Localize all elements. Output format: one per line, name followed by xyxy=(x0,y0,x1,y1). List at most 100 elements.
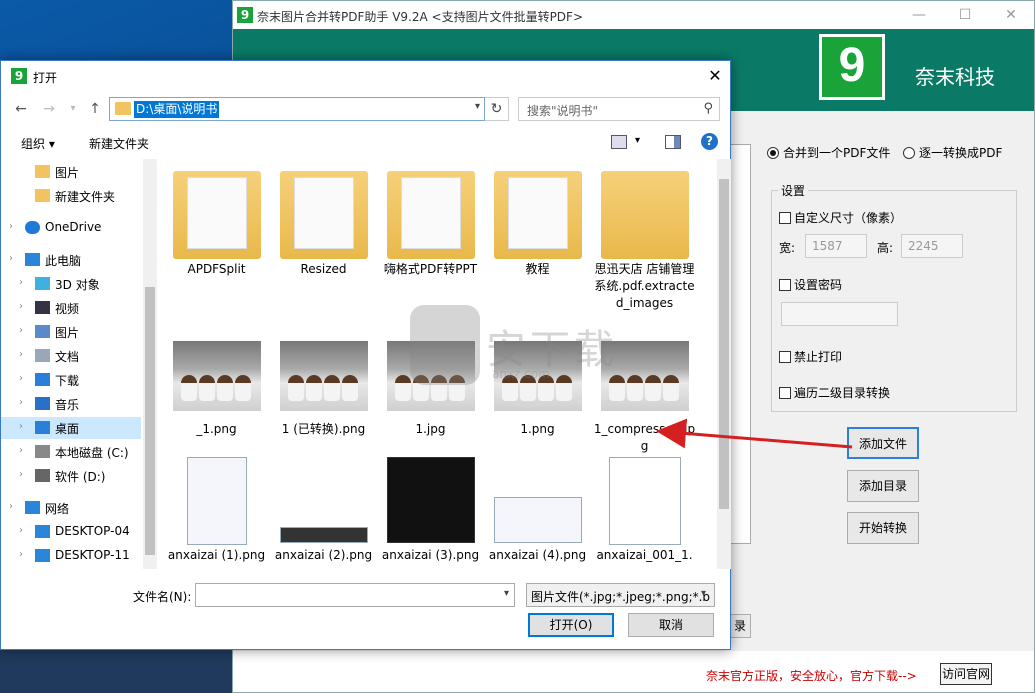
nav-item-label: 视频 xyxy=(55,302,80,316)
file-label: anxaizai (4).png xyxy=(488,548,587,562)
no-print-checkbox[interactable]: 禁止打印 xyxy=(779,348,842,365)
open-button[interactable]: 打开(O) xyxy=(528,613,614,637)
nav-scrollbar[interactable] xyxy=(143,159,157,569)
organize-menu[interactable]: 组织 ▾ xyxy=(21,135,55,152)
image-thumbnail xyxy=(280,341,368,411)
add-dir-button[interactable]: 添加目录 xyxy=(847,470,919,502)
dialog-titlebar: 9 打开 ✕ xyxy=(1,61,730,91)
chevron-right-icon[interactable]: › xyxy=(19,301,23,312)
width-field[interactable]: 1587 xyxy=(805,234,867,258)
back-arrow-icon[interactable]: ← xyxy=(13,100,29,118)
chevron-right-icon[interactable]: › xyxy=(9,501,13,512)
app-logo: 9 xyxy=(819,34,885,100)
chevron-down-icon[interactable]: ▾ xyxy=(504,588,509,599)
search-input[interactable]: 搜索"说明书" ⚲ xyxy=(518,97,720,121)
nav-item-label: DESKTOP-04 xyxy=(55,524,130,538)
chevron-right-icon[interactable]: › xyxy=(19,525,23,536)
close-icon[interactable]: ✕ xyxy=(700,61,730,91)
puppy-shape xyxy=(199,375,215,401)
chevron-right-icon[interactable]: › xyxy=(19,445,23,456)
nav-item-4[interactable]: › 3D 对象 xyxy=(1,273,141,295)
pc-icon xyxy=(35,549,50,562)
nav-item-label: 网络 xyxy=(45,502,70,516)
nav-item-13[interactable]: › 网络 xyxy=(1,497,141,519)
nav-item-14[interactable]: › DESKTOP-04 xyxy=(1,521,141,543)
view-mode-icon[interactable] xyxy=(611,135,627,149)
nav-item-8[interactable]: › 下载 xyxy=(1,369,141,391)
up-arrow-icon[interactable]: ↑ xyxy=(87,100,103,118)
chevron-down-icon[interactable]: ▾ xyxy=(701,588,706,599)
nav-item-3[interactable]: › 此电脑 xyxy=(1,249,141,271)
chevron-right-icon[interactable]: › xyxy=(19,549,23,560)
folder-icon xyxy=(601,171,689,259)
chevron-down-icon[interactable]: ▾ xyxy=(635,135,640,146)
file-view-scrollbar[interactable] xyxy=(717,159,731,569)
mode-each-radio[interactable]: 逐一转换成PDF xyxy=(903,144,1002,161)
nav-item-2[interactable]: › OneDrive xyxy=(1,217,141,239)
nav-item-12[interactable]: › 软件 (D:) xyxy=(1,465,141,487)
refresh-icon[interactable]: ↻ xyxy=(485,97,509,121)
nav-item-label: 图片 xyxy=(55,166,80,180)
partial-button-label: 录 xyxy=(734,619,747,633)
nav-item-6[interactable]: › 图片 xyxy=(1,321,141,343)
video-icon xyxy=(35,301,50,314)
chevron-right-icon[interactable]: › xyxy=(19,421,23,432)
nav-scrollbar-thumb[interactable] xyxy=(145,287,155,555)
chevron-right-icon[interactable]: › xyxy=(9,221,13,232)
set-password-checkbox[interactable]: 设置密码 xyxy=(779,276,842,293)
file-label: anxaizai (1).png xyxy=(167,548,266,562)
file-label: 嗨格式PDF转PPT xyxy=(383,262,478,276)
maximize-icon[interactable]: ☐ xyxy=(942,1,988,29)
start-convert-button[interactable]: 开始转换 xyxy=(847,512,919,544)
pc-icon xyxy=(25,253,40,266)
nav-item-15[interactable]: › DESKTOP-11 xyxy=(1,545,141,567)
filetype-select[interactable]: 图片文件(*.jpg;*.jpeg;*.png;*.b xyxy=(526,583,715,607)
help-icon[interactable]: ? xyxy=(701,133,718,150)
chevron-down-icon[interactable]: ▾ xyxy=(475,101,480,112)
traverse-subdir-checkbox[interactable]: 遍历二级目录转换 xyxy=(779,384,890,401)
mode-merge-radio[interactable]: 合并到一个PDF文件 xyxy=(767,144,890,161)
add-file-button[interactable]: 添加文件 xyxy=(847,427,919,459)
chevron-right-icon[interactable]: › xyxy=(19,373,23,384)
picture-icon xyxy=(35,325,50,338)
nav-item-0[interactable]: 图片 xyxy=(1,161,141,183)
chevron-right-icon[interactable]: › xyxy=(19,349,23,360)
nav-item-11[interactable]: › 本地磁盘 (C:) xyxy=(1,441,141,463)
image-thumbnail xyxy=(387,457,475,543)
radio-selected-icon xyxy=(767,146,779,159)
nav-item-5[interactable]: › 视频 xyxy=(1,297,141,319)
address-bar[interactable]: D:\桌面\说明书 ▾ xyxy=(109,97,485,121)
file-label: _1.png xyxy=(196,422,237,436)
new-folder-button[interactable]: 新建文件夹 xyxy=(89,135,149,152)
puppy-shape xyxy=(181,375,197,401)
nav-item-10[interactable]: › 桌面 xyxy=(1,417,141,439)
nav-item-7[interactable]: › 文档 xyxy=(1,345,141,367)
nav-item-1[interactable]: 新建文件夹 xyxy=(1,185,141,207)
recent-dropdown-icon[interactable]: ▾ xyxy=(65,100,81,118)
preview-pane-icon[interactable] xyxy=(665,135,681,149)
file-view-scrollbar-thumb[interactable] xyxy=(719,179,729,509)
image-thumbnail xyxy=(494,497,582,543)
password-field[interactable] xyxy=(781,302,898,326)
visit-site-button[interactable]: 访问官网 xyxy=(940,663,992,685)
chevron-right-icon[interactable]: › xyxy=(9,253,13,264)
app-titlebar: 9 奈末图片合并转PDF助手 V9.2A <支持图片文件批量转PDF> — ☐ … xyxy=(233,1,1034,29)
custom-size-checkbox[interactable]: 自定义尺寸（像素） xyxy=(779,209,902,226)
forward-arrow-icon[interactable]: → xyxy=(41,100,57,118)
close-icon[interactable]: ✕ xyxy=(988,1,1034,29)
download-icon xyxy=(35,373,50,386)
height-field[interactable]: 2245 xyxy=(901,234,963,258)
pc-icon xyxy=(35,525,50,538)
traverse-subdir-label: 遍历二级目录转换 xyxy=(794,386,891,400)
cancel-button[interactable]: 取消 xyxy=(628,613,714,637)
nav-item-label: 软件 (D:) xyxy=(55,470,106,484)
chevron-right-icon[interactable]: › xyxy=(19,469,23,480)
dialog-title: 打开 xyxy=(33,71,58,85)
chevron-right-icon[interactable]: › xyxy=(19,277,23,288)
chevron-right-icon[interactable]: › xyxy=(19,325,23,336)
filename-input[interactable]: ▾ xyxy=(195,583,515,607)
nav-item-9[interactable]: › 音乐 xyxy=(1,393,141,415)
chevron-right-icon[interactable]: › xyxy=(19,397,23,408)
nav-item-label: 此电脑 xyxy=(45,254,82,268)
minimize-icon[interactable]: — xyxy=(896,1,942,29)
